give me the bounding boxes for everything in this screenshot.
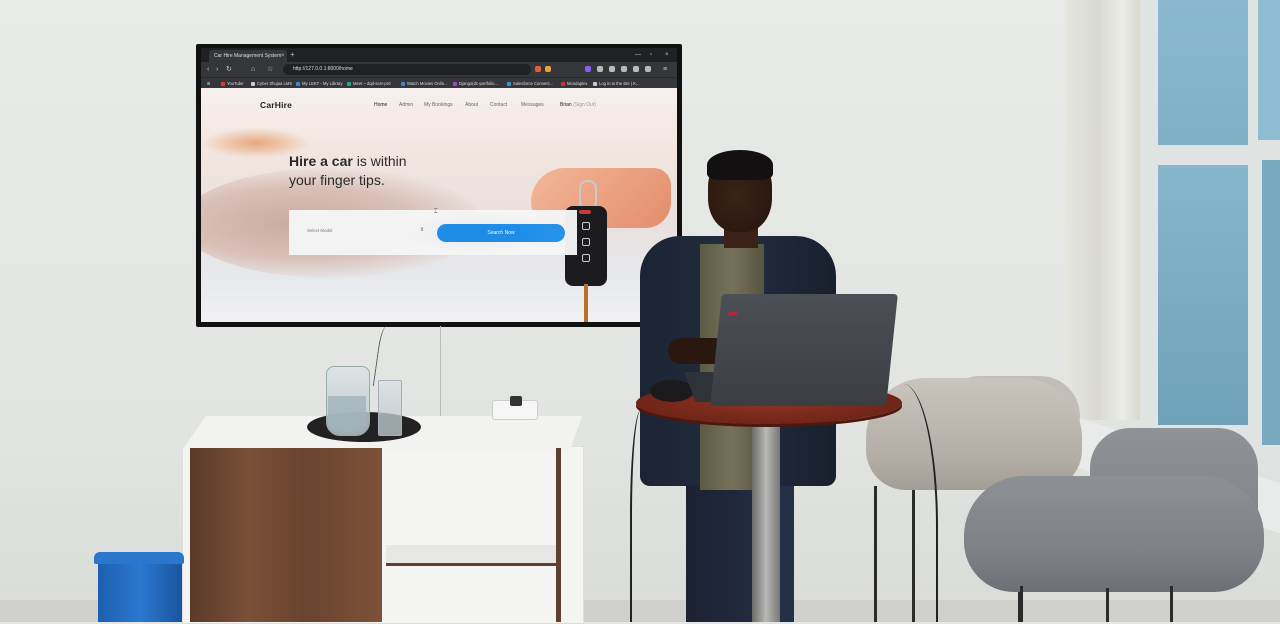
home-icon[interactable]: ⌂ (251, 64, 255, 75)
table-pole (752, 418, 780, 622)
browser-tab-bar: Car Hire Management System × + — ▫ × (201, 48, 677, 62)
window-pane (1262, 160, 1280, 445)
browser-toolbar: ‹ › ↻ ⌂ ☆ http://127.0.0.1:8000/home ≡ (201, 62, 677, 77)
chair-leg (1106, 588, 1109, 622)
tv-cable (440, 326, 451, 416)
waste-bin (98, 556, 182, 622)
chair-leg (1170, 586, 1173, 622)
bookmark-star-icon[interactable]: ☆ (267, 64, 273, 75)
menu-icon[interactable]: ≡ (663, 64, 667, 75)
chair-leg (1020, 586, 1023, 622)
tv-screen: Car Hire Management System × + — ▫ × ‹ ›… (201, 48, 677, 322)
profile-icon[interactable] (645, 66, 651, 72)
nav-contact[interactable]: Contact (490, 102, 507, 108)
extension-icon[interactable] (609, 66, 615, 72)
nav-about[interactable]: About (465, 102, 478, 108)
window-pane (1258, 0, 1280, 140)
maximize-icon[interactable]: ▫ (650, 49, 652, 61)
wallet-icon[interactable] (633, 66, 639, 72)
minimize-icon[interactable]: — (635, 49, 641, 61)
power-plug (510, 396, 522, 406)
extension-icon[interactable] (597, 66, 603, 72)
new-tab-icon[interactable]: + (290, 49, 295, 61)
curtain (1065, 0, 1147, 420)
chair-leg (874, 486, 877, 622)
cabinet-shelf (386, 545, 558, 566)
nav-messages[interactable]: Messages (521, 102, 544, 108)
water (328, 396, 366, 432)
close-tab-icon[interactable]: × (281, 50, 285, 62)
brave-shield-icon[interactable] (535, 66, 541, 72)
extension-icon[interactable] (585, 66, 591, 72)
computer-mouse (650, 380, 694, 402)
bar-chair-seat (964, 476, 1264, 592)
drinking-glass (378, 380, 402, 436)
window-pane (1158, 165, 1248, 425)
mouse-cursor-icon: ⌶ (434, 209, 438, 215)
brave-rewards-icon[interactable] (545, 66, 551, 72)
trunk-icon (582, 254, 590, 262)
nav-my-bookings[interactable]: My Bookings (424, 102, 453, 108)
sidebar-icon[interactable] (621, 66, 627, 72)
model-select[interactable]: Select Model (307, 228, 332, 233)
laptop (710, 294, 898, 406)
close-window-icon[interactable]: × (665, 49, 669, 61)
forward-icon[interactable]: › (216, 64, 218, 75)
cabinet-divider (556, 448, 561, 622)
hero-heading: Hire a car is within your finger tips. (289, 153, 407, 188)
search-panel: Select Model ⇕ Search Now (289, 210, 577, 255)
key-blade-image (584, 284, 588, 322)
lock-icon (582, 222, 590, 230)
waste-bin-lid (94, 552, 184, 564)
select-arrows-icon[interactable]: ⇕ (420, 227, 424, 233)
person-hair (707, 150, 773, 180)
nav-user[interactable]: Brian (Sign Out) (560, 102, 596, 108)
address-bar[interactable]: http://127.0.0.1:8000/home (283, 64, 531, 75)
reload-icon[interactable]: ↻ (226, 64, 232, 75)
mouse-cable (630, 410, 652, 622)
nav-admin[interactable]: Admin (399, 102, 413, 108)
search-now-button[interactable]: Search Now (437, 224, 565, 242)
site-logo[interactable]: CarHire (260, 100, 292, 110)
nav-home[interactable]: Home (374, 102, 387, 108)
browser-tab[interactable]: Car Hire Management System × (209, 50, 287, 62)
carhire-homepage: CarHire Home Admin My Bookings About Con… (201, 88, 677, 322)
cabinet-door (190, 448, 382, 622)
window-pane (1158, 0, 1248, 145)
key-button (579, 210, 591, 214)
back-icon[interactable]: ‹ (207, 64, 209, 75)
unlock-icon (582, 238, 590, 246)
tab-title: Car Hire Management System (214, 53, 282, 59)
